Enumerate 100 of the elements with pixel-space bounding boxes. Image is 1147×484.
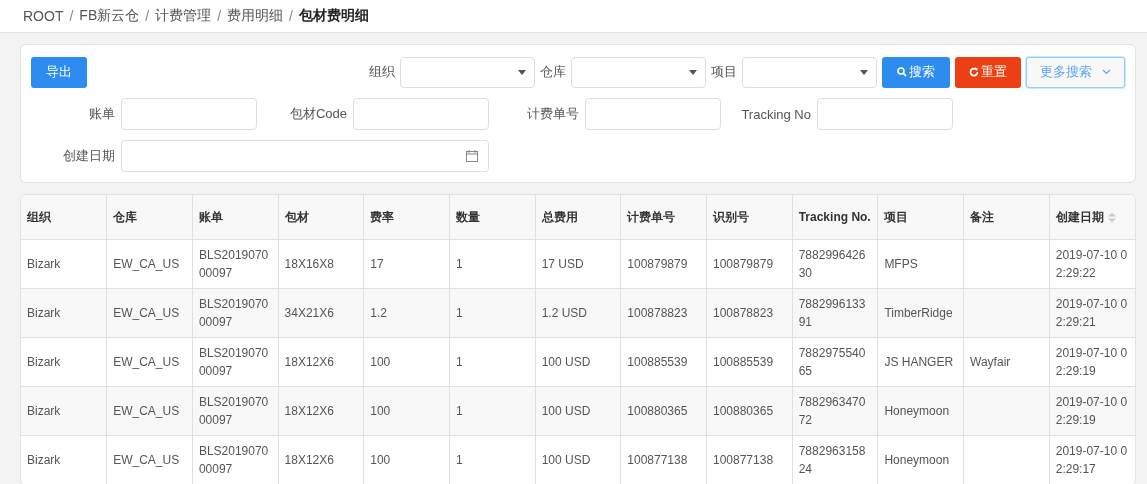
table-cell: 1: [455, 404, 463, 418]
table-cell: 788296347072: [798, 395, 866, 427]
column-header: Tracking No.: [798, 210, 871, 224]
table-cell: Bizark: [27, 453, 61, 467]
table-cell: 100 USD: [541, 404, 591, 418]
table-cell: 100878823: [627, 306, 688, 320]
reset-button[interactable]: 重置: [955, 56, 1021, 88]
table-cell: 34X21X6: [284, 306, 334, 320]
table-cell: 1.2 USD: [541, 306, 587, 320]
table-cell: 100880365: [713, 404, 774, 418]
breadcrumb-separator: /: [217, 8, 221, 24]
date-field[interactable]: [121, 140, 489, 172]
input-field[interactable]: [817, 98, 953, 130]
table-cell: Honeymoon: [884, 404, 950, 418]
table-cell: EW_CA_US: [113, 257, 180, 271]
column-header: 总费用: [541, 209, 578, 224]
breadcrumb-item[interactable]: ROOT: [23, 8, 64, 24]
caret-icon: [860, 69, 868, 75]
table-cell: EW_CA_US: [113, 355, 180, 369]
refresh-icon: [969, 67, 979, 77]
table-cell: TimberRidge: [884, 306, 953, 320]
select-field[interactable]: [571, 56, 706, 88]
table-cell: EW_CA_US: [113, 306, 180, 320]
chevron-down-icon: [1102, 69, 1111, 75]
breadcrumb-separator: /: [289, 8, 293, 24]
table-cell: 2019-07-10 02:29:17: [1055, 444, 1128, 476]
table-cell: 100877138: [713, 453, 774, 467]
column-header: 备注: [970, 209, 995, 224]
table-cell: 17 USD: [541, 257, 584, 271]
input-field[interactable]: [121, 98, 257, 130]
table-cell: EW_CA_US: [113, 404, 180, 418]
breadcrumb-item: 包材费明细: [298, 7, 369, 25]
table-cell: 788296315824: [798, 444, 866, 476]
column-header: 仓库: [113, 209, 138, 224]
breadcrumb-item[interactable]: 计费管理: [155, 7, 212, 25]
table-cell: 788299613391: [798, 297, 866, 329]
table-cell: 18X12X6: [284, 355, 334, 369]
breadcrumb-item[interactable]: FB新云仓: [79, 7, 140, 25]
table-cell: 2019-07-10 02:29:19: [1055, 346, 1128, 378]
table-cell: 1: [455, 453, 463, 467]
table-cell: 100879879: [713, 257, 774, 271]
caret-icon: [689, 69, 697, 75]
table-cell: 1: [455, 306, 463, 320]
table-cell: 100 USD: [541, 355, 591, 369]
caret-icon: [518, 69, 526, 75]
table-cell: 788299642630: [798, 248, 866, 280]
field-label: 包材Code: [288, 105, 347, 123]
field-label: 组织: [369, 63, 395, 81]
column-header: 费率: [370, 209, 395, 224]
table-cell: 18X16X8: [284, 257, 334, 271]
table-cell: Bizark: [27, 306, 61, 320]
column-header: 计费单号: [627, 209, 676, 224]
table-cell: 17: [370, 257, 384, 271]
table-cell: BLS201907000097: [198, 346, 269, 378]
field-label: 项目: [711, 63, 737, 81]
table-cell: 2019-07-10 02:29:22: [1055, 248, 1128, 280]
table-cell: 18X12X6: [284, 404, 334, 418]
column-header: 包材: [284, 209, 309, 224]
calendar-icon: [466, 150, 478, 162]
table-cell: JS HANGER: [884, 355, 954, 369]
table-cell: 100885539: [713, 355, 774, 369]
column-header: 识别号: [713, 209, 749, 224]
table-cell: EW_CA_US: [113, 453, 180, 467]
table-cell: 100: [370, 404, 391, 418]
table-cell: BLS201907000097: [198, 395, 269, 427]
table-cell: BLS201907000097: [198, 444, 269, 476]
table-cell: 100878823: [713, 306, 774, 320]
table-cell: Bizark: [27, 355, 61, 369]
table-cell: BLS201907000097: [198, 248, 269, 280]
table-cell: 18X12X6: [284, 453, 334, 467]
search-icon: [897, 67, 907, 77]
table-cell: 100: [370, 355, 391, 369]
table-cell: 100: [370, 453, 391, 467]
column-header: 账单: [198, 209, 223, 224]
table-cell: 100879879: [627, 257, 688, 271]
table-cell: Bizark: [27, 257, 61, 271]
field-label: 创建日期: [62, 147, 115, 165]
column-header: 项目: [884, 209, 909, 224]
field-label: 账单: [88, 105, 115, 123]
breadcrumb-separator: /: [69, 8, 74, 24]
input-field[interactable]: [585, 98, 721, 130]
table-cell: 1.2: [370, 306, 387, 320]
table-cell: Honeymoon: [884, 453, 950, 467]
input-field[interactable]: [353, 98, 489, 130]
table-cell: 788297554065: [798, 346, 866, 378]
breadcrumb-item[interactable]: 费用明细: [227, 7, 283, 25]
field-label: 仓库: [540, 63, 566, 81]
table-cell: 2019-07-10 02:29:19: [1055, 395, 1128, 427]
breadcrumb-separator: /: [145, 8, 150, 24]
table-cell: 2019-07-10 02:29:21: [1055, 297, 1128, 329]
table-cell: 100885539: [627, 355, 688, 369]
select-field[interactable]: [400, 56, 535, 88]
column-header: 组织: [27, 209, 51, 224]
select-field[interactable]: [742, 56, 877, 88]
sort-icon[interactable]: [1107, 211, 1116, 223]
table-cell: 100877138: [627, 453, 688, 467]
table-cell: 1: [455, 257, 463, 271]
column-header: 数量: [455, 209, 480, 224]
table-cell: MFPS: [884, 257, 918, 271]
table-cell: BLS201907000097: [198, 297, 269, 329]
